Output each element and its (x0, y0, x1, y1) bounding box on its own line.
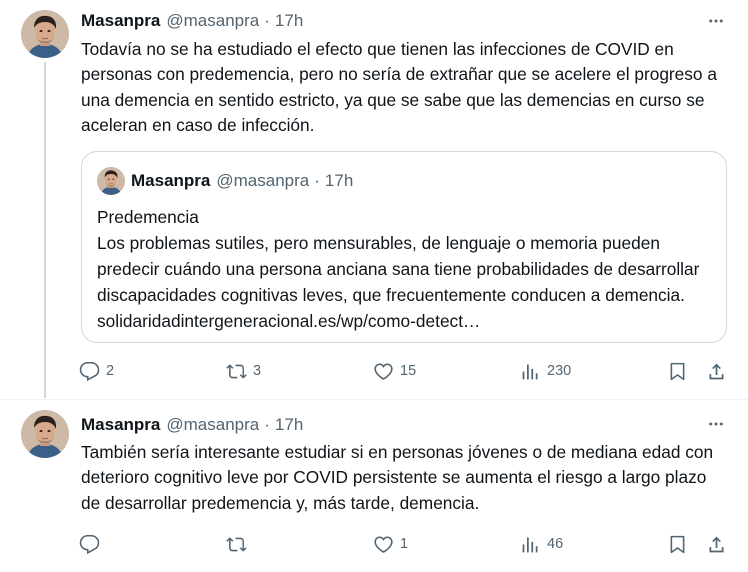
bookmark-button[interactable] (667, 358, 688, 384)
bookmark-icon (670, 362, 685, 380)
more-horizontal-icon (709, 19, 723, 23)
like-button[interactable]: 1 (373, 531, 408, 557)
reply-button[interactable]: 2 (79, 358, 114, 384)
quoted-body: Los problemas sutiles, pero mensurables,… (97, 233, 700, 331)
tweet-header: Masanpra @masanpra · 17h (81, 10, 303, 32)
quoted-text: Predemencia Los problemas sutiles, pero … (97, 204, 719, 334)
separator-dot: · (314, 171, 320, 190)
views-count: 230 (547, 363, 572, 379)
action-bar: 1 46 (79, 531, 729, 557)
heart-icon (374, 535, 393, 553)
reply-button[interactable] (79, 531, 106, 557)
retweet-count: 3 (253, 363, 262, 379)
tweet-header: Masanpra @masanpra · 17h (81, 414, 303, 436)
share-icon (709, 536, 724, 552)
author-handle[interactable]: @masanpra (166, 415, 259, 435)
bookmark-icon (670, 535, 685, 553)
author-name[interactable]: Masanpra (81, 11, 160, 31)
more-options-button[interactable] (705, 413, 727, 435)
quoted-author-name: Masanpra (131, 171, 211, 190)
quoted-header: Masanpra @masanpra · 17h (131, 171, 353, 191)
tweet-2[interactable]: Masanpra @masanpra · 17h También sería i… (0, 400, 748, 572)
quoted-avatar (97, 167, 125, 195)
quoted-title: Predemencia (97, 207, 199, 227)
views-count: 46 (547, 536, 564, 552)
retweet-button[interactable]: 3 (226, 358, 261, 384)
tweet-1[interactable]: Masanpra @masanpra · 17h Todavía no se h… (0, 0, 748, 400)
share-button[interactable] (706, 531, 727, 557)
timestamp[interactable]: 17h (275, 11, 303, 31)
views-icon (522, 537, 538, 552)
like-count: 15 (400, 363, 417, 379)
retweet-icon (226, 536, 247, 552)
tweet-text: También sería interesante estudiar si en… (81, 442, 714, 513)
quoted-author-handle: @masanpra (216, 171, 310, 190)
timestamp[interactable]: 17h (275, 415, 303, 435)
reply-count: 2 (106, 363, 115, 379)
avatar[interactable] (21, 410, 69, 458)
author-name[interactable]: Masanpra (81, 415, 160, 435)
thread-line (44, 62, 46, 398)
heart-icon (374, 362, 393, 380)
share-button[interactable] (706, 358, 727, 384)
reply-icon (79, 534, 100, 554)
separator-dot: · (264, 415, 270, 434)
views-button[interactable]: 46 (520, 531, 563, 557)
views-button[interactable]: 230 (520, 358, 571, 384)
retweet-icon (226, 363, 247, 379)
quoted-timestamp: 17h (324, 171, 354, 190)
more-options-button[interactable] (705, 10, 727, 32)
reply-icon (79, 361, 100, 381)
separator-dot: · (264, 11, 270, 30)
more-horizontal-icon (709, 422, 723, 426)
avatar[interactable] (21, 10, 69, 58)
views-icon (522, 364, 538, 379)
quoted-tweet[interactable]: Masanpra @masanpra · 17h Predemencia Los… (81, 151, 727, 343)
share-icon (709, 363, 724, 379)
like-button[interactable]: 15 (373, 358, 416, 384)
retweet-button[interactable] (226, 531, 253, 557)
action-bar: 2 3 15 230 (79, 358, 729, 384)
author-handle[interactable]: @masanpra (166, 11, 259, 31)
tweet-text: Todavía no se ha estudiado el efecto que… (81, 39, 717, 135)
like-count: 1 (400, 536, 409, 552)
bookmark-button[interactable] (667, 531, 688, 557)
